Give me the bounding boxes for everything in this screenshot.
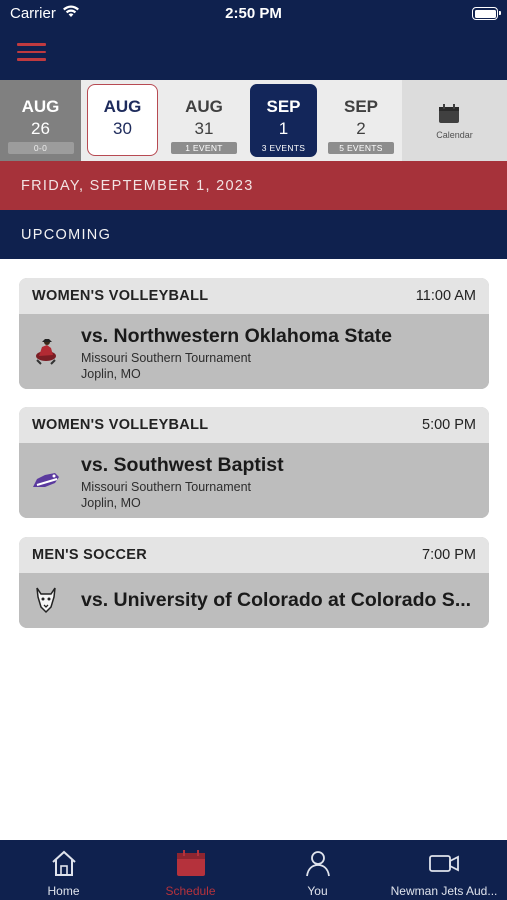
event-card[interactable]: WOMEN'S VOLLEYBALL 11:00 AM vs. Northwes… (19, 278, 489, 389)
video-camera-icon (429, 855, 459, 872)
tab-home[interactable]: Home (0, 840, 127, 900)
date-aug-30[interactable]: AUG 30 (81, 80, 164, 161)
tab-newman-jets-audio[interactable]: Newman Jets Aud... (381, 840, 507, 900)
date-day: 1 (278, 119, 289, 138)
date-record-badge: 0-0 (7, 142, 74, 154)
event-opponent: vs. Southwest Baptist (81, 454, 284, 476)
date-strip: AUG 26 0-0 AUG 30 AUG 31 1 EVENT SEP 1 3… (0, 80, 507, 161)
event-time: 7:00 PM (422, 547, 476, 563)
tab-you[interactable]: You (254, 840, 381, 900)
event-card-body: vs. University of Colorado at Colorado S… (19, 573, 489, 628)
event-opponent: vs. University of Colorado at Colorado S… (81, 589, 472, 611)
date-month: AUG (21, 97, 60, 116)
date-month: AUG (185, 97, 223, 116)
date-month: SEP (266, 97, 301, 116)
calendar-icon (438, 104, 460, 129)
date-aug-26[interactable]: AUG 26 0-0 (0, 80, 81, 161)
event-card-header: WOMEN'S VOLLEYBALL 11:00 AM (19, 278, 489, 314)
event-count-badge: 3 EVENTS (261, 143, 306, 153)
event-opponent: vs. Northwestern Oklahoma State (81, 325, 393, 347)
bearcat-logo-icon (31, 465, 61, 495)
mountain-lion-logo-icon (31, 585, 61, 615)
battery-icon (472, 7, 501, 20)
event-card-body: vs. Southwest Baptist Missouri Southern … (19, 443, 489, 518)
event-time: 5:00 PM (422, 417, 476, 433)
date-sep-2[interactable]: SEP 2 5 EVENTS (321, 80, 401, 161)
top-nav-bar: Carrier 2:50 PM (0, 0, 507, 80)
date-day: 26 (31, 119, 50, 138)
date-day: 30 (113, 119, 132, 138)
hamburger-menu-icon[interactable] (17, 43, 46, 61)
calendar-label: Calendar (436, 130, 473, 140)
event-tournament: Missouri Southern Tournament (81, 351, 251, 365)
rider-logo-icon (31, 336, 61, 366)
home-icon (51, 850, 76, 876)
event-sport: WOMEN'S VOLLEYBALL (32, 288, 209, 304)
date-aug-31[interactable]: AUG 31 1 EVENT (164, 80, 244, 161)
tab-newman-jets-audio-label: Newman Jets Aud... (390, 884, 498, 898)
selected-date-banner: FRIDAY, SEPTEMBER 1, 2023 (0, 161, 507, 210)
event-tournament: Missouri Southern Tournament (81, 480, 251, 494)
person-icon (305, 851, 330, 877)
event-card[interactable]: WOMEN'S VOLLEYBALL 5:00 PM vs. Southwest… (19, 407, 489, 518)
tab-schedule[interactable]: Schedule (127, 840, 254, 900)
event-card[interactable]: MEN'S SOCCER 7:00 PM vs. University of C… (19, 537, 489, 628)
event-time: 11:00 AM (415, 288, 476, 304)
event-count-badge: 1 EVENT (171, 142, 237, 154)
calendar-button[interactable]: Calendar (402, 80, 507, 161)
tab-home-label: Home (47, 884, 80, 898)
calendar-icon (176, 850, 205, 876)
bottom-tab-bar: Home Schedule You Newman Jets Aud... (0, 840, 507, 900)
status-bar: Carrier 2:50 PM (0, 0, 507, 28)
event-card-header: MEN'S SOCCER 7:00 PM (19, 537, 489, 573)
event-location: Joplin, MO (81, 496, 141, 510)
event-count-badge: 5 EVENTS (328, 142, 394, 154)
event-sport: MEN'S SOCCER (32, 547, 148, 563)
section-header-upcoming: UPCOMING (0, 210, 507, 259)
event-card-body: vs. Northwestern Oklahoma State Missouri… (19, 314, 489, 389)
tab-schedule-label: Schedule (165, 884, 216, 898)
event-card-header: WOMEN'S VOLLEYBALL 5:00 PM (19, 407, 489, 443)
date-day: 31 (194, 119, 214, 138)
date-sep-1[interactable]: SEP 1 3 EVENTS (246, 80, 321, 161)
date-day: 2 (356, 119, 366, 138)
status-time: 2:50 PM (225, 5, 282, 22)
event-location: Joplin, MO (81, 367, 141, 381)
event-sport: WOMEN'S VOLLEYBALL (32, 417, 209, 433)
tab-you-label: You (307, 884, 328, 898)
date-month: SEP (343, 97, 379, 116)
date-month: AUG (103, 97, 142, 116)
